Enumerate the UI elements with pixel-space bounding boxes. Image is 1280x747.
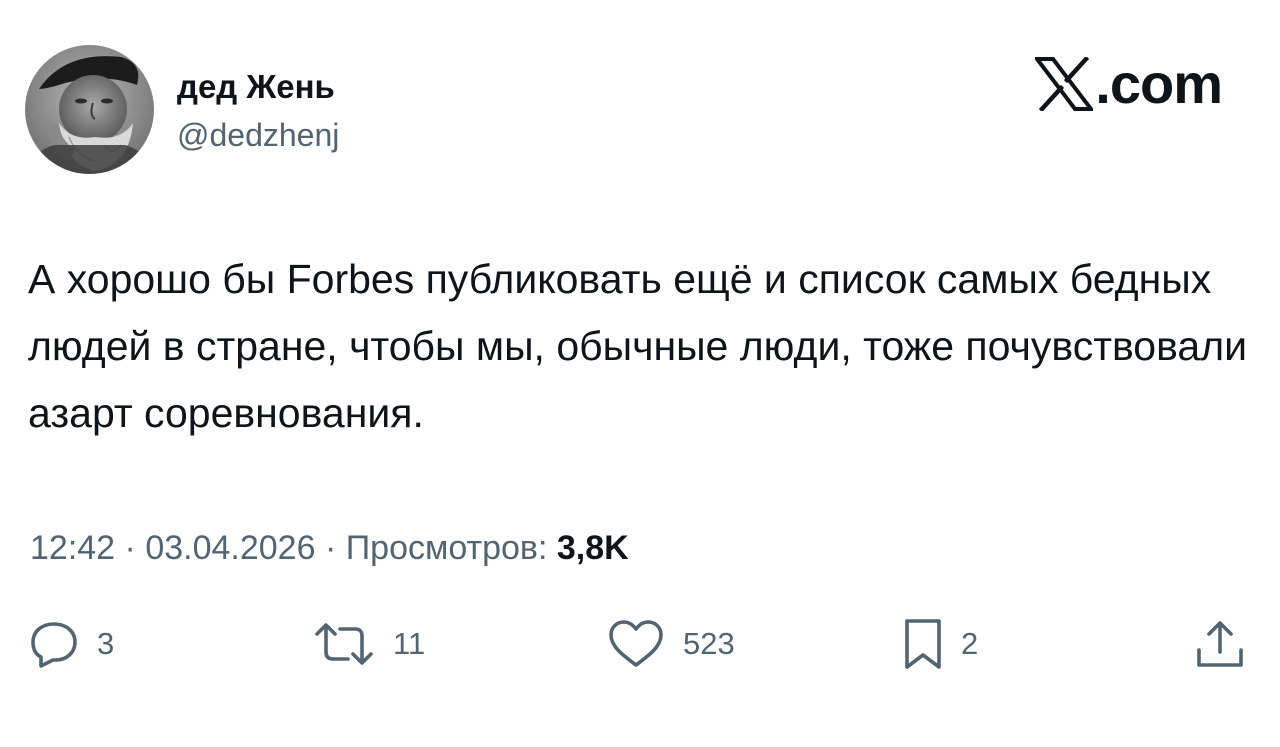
- author-handle[interactable]: @dedzhenj: [177, 115, 339, 155]
- brand-domain-suffix: .com: [1095, 52, 1223, 115]
- repost-count: 11: [393, 626, 426, 661]
- tweet-date[interactable]: 03.04.2026: [145, 529, 315, 567]
- views-label: Просмотров:: [345, 529, 548, 567]
- bookmark-button[interactable]: 2: [903, 616, 978, 672]
- user-photo-avatar: [25, 45, 154, 174]
- reply-icon: [31, 622, 77, 668]
- repost-button[interactable]: 11: [313, 616, 425, 672]
- meta-separator: ·: [324, 529, 337, 567]
- author-display-name[interactable]: дед Жень: [177, 67, 335, 107]
- share-button[interactable]: [1195, 616, 1245, 672]
- meta-separator: ·: [124, 529, 136, 567]
- tweet-text: А хорошо бы Forbes публиковать ещё и спи…: [28, 256, 1248, 436]
- like-button[interactable]: 523: [607, 616, 735, 672]
- share-icon: [1197, 621, 1243, 667]
- like-count: 523: [683, 626, 735, 661]
- reply-button[interactable]: 3: [29, 616, 114, 672]
- author-avatar[interactable]: [25, 45, 154, 174]
- x-brand: .com: [1035, 52, 1223, 116]
- tweet-meta: 12:42 · 03.04.2026 · Просмотров: 3,8K: [30, 526, 629, 570]
- x-logo-icon: [1035, 57, 1094, 111]
- heart-icon: [609, 620, 663, 667]
- repost-icon: [315, 623, 373, 665]
- views-count: 3,8K: [556, 529, 629, 567]
- bookmark-icon: [905, 619, 941, 669]
- reply-count: 3: [97, 626, 115, 661]
- tweet-time[interactable]: 12:42: [30, 529, 115, 567]
- bookmark-count: 2: [961, 626, 979, 661]
